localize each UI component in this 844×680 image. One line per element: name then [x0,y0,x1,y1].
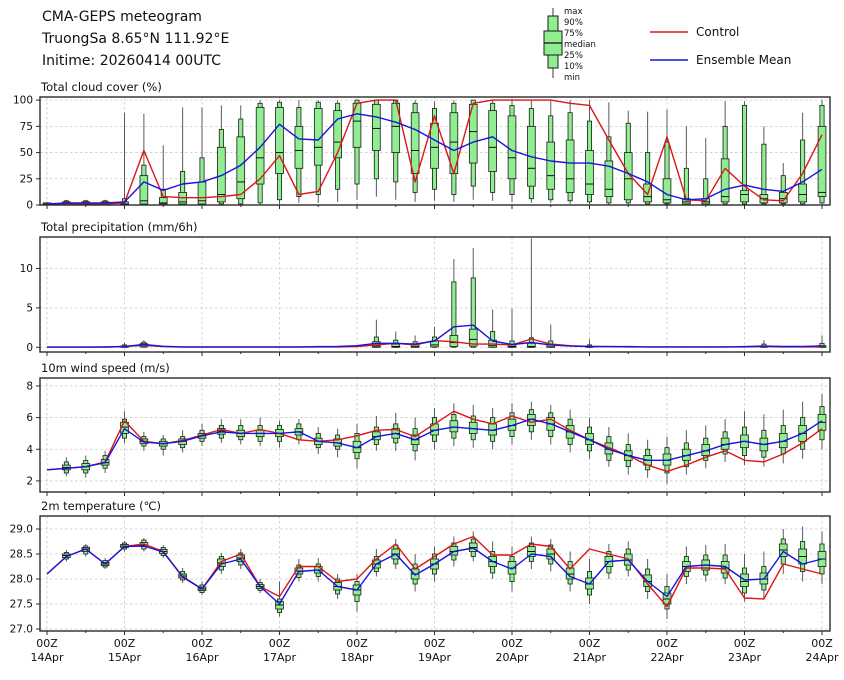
x-label-day: 16Apr [185,651,219,664]
x-label-day: 19Apr [418,651,452,664]
y-tick-label: 29.0 [10,524,33,536]
legend-box-10-90-top [548,16,558,31]
y-tick-label: 75 [20,121,33,133]
y-tick-label: 5 [26,302,33,314]
legend-control-label: Control [696,25,739,39]
y-tick-label: 6 [26,412,33,424]
box-25-75 [140,176,148,204]
legend-label-25: 25% [564,51,596,62]
panel-title-precipitation: Total precipitation (mm/6h) [41,220,197,234]
x-label-hour: 00Z [579,637,601,650]
y-tick-label: 2 [26,475,33,487]
box-10-90 [742,105,746,204]
box-25-75 [508,116,516,179]
x-label-day: 14Apr [30,651,64,664]
y-tick-label: 8 [26,380,33,392]
y-tick-label: 27.5 [10,599,33,611]
x-label-hour: 00Z [811,637,833,650]
y-tick-label: 28.5 [10,549,33,561]
x-label-hour: 00Z [114,637,136,650]
box-25-75 [586,150,594,194]
legend-label-10: 10% [564,62,596,73]
x-label-hour: 00Z [501,637,523,650]
boxplot-legend-labels: max 90% 75% median 25% 10% min [564,7,596,84]
box-25-75 [295,126,303,168]
y-tick-label: 0 [26,342,33,354]
box-25-75 [721,159,729,202]
box-25-75 [431,123,439,168]
legend-label-min: min [564,73,596,84]
y-tick-label: 28.0 [10,574,33,586]
box-25-75 [547,142,555,189]
box-25-75 [237,137,245,199]
y-tick-label: 10 [20,263,33,275]
x-label-day: 18Apr [340,651,374,664]
x-label-day: 24Apr [805,651,839,664]
legend-label-75: 75% [564,29,596,40]
y-tick-label: 25 [20,173,33,185]
x-label-day: 22Apr [650,651,684,664]
box-25-75 [450,421,458,432]
panel-title-wind-speed: 10m wind speed (m/s) [41,361,170,375]
x-label-hour: 00Z [346,637,368,650]
legend-ensemble-mean-label: Ensemble Mean [696,53,791,67]
x-label-hour: 00Z [191,637,213,650]
panel-title-cloud-cover: Total cloud cover (%) [41,80,162,94]
x-label-hour: 00Z [269,637,291,650]
legend-label-max: max [564,7,596,18]
legend-label-90: 90% [564,18,596,29]
y-tick-label: 0 [26,200,33,212]
box-25-75 [372,104,380,150]
x-label-day: 20Apr [495,651,529,664]
y-tick-label: 50 [20,147,33,159]
box-25-75 [799,184,807,202]
panel-title-temperature: 2m temperature (℃) [41,499,161,513]
box-25-75 [256,107,264,184]
x-label-day: 15Apr [108,651,142,664]
x-label-hour: 00Z [734,637,756,650]
y-tick-label: 27.0 [10,624,33,636]
box-25-75 [818,126,826,196]
x-label-hour: 00Z [424,637,446,650]
x-label-day: 23Apr [728,651,762,664]
meteogram-page: 0 25 50 75 100 0 5 10 2 4 6 8 27.0 27.5 28.0 28.5 29.0 00… [0,0,844,680]
legend-label-median: median [564,40,596,51]
x-label-day: 21Apr [573,651,607,664]
x-label-hour: 00Z [36,637,58,650]
y-tick-label: 100 [13,95,33,107]
header-block: CMA-GEPS meteogram TruongSa 8.65°N 111.9… [42,6,229,72]
x-label-day: 17Apr [263,651,297,664]
init-time: Initime: 20260414 00UTC [42,50,229,72]
box-25-75 [411,113,419,174]
x-label-hour: 00Z [656,637,678,650]
y-tick-label: 4 [26,444,33,456]
meteogram-canvas: 0 25 50 75 100 0 5 10 2 4 6 8 27.0 27.5 28.0 28.5 29.0 00… [0,0,844,680]
box-25-75 [566,140,574,192]
box-25-75 [741,190,749,202]
station-coordinates: TruongSa 8.65°N 111.92°E [42,28,229,50]
box-25-75 [276,107,284,173]
page-title: CMA-GEPS meteogram [42,6,229,28]
legend-box-10-90-bottom [548,55,558,68]
box-25-75 [489,111,497,172]
